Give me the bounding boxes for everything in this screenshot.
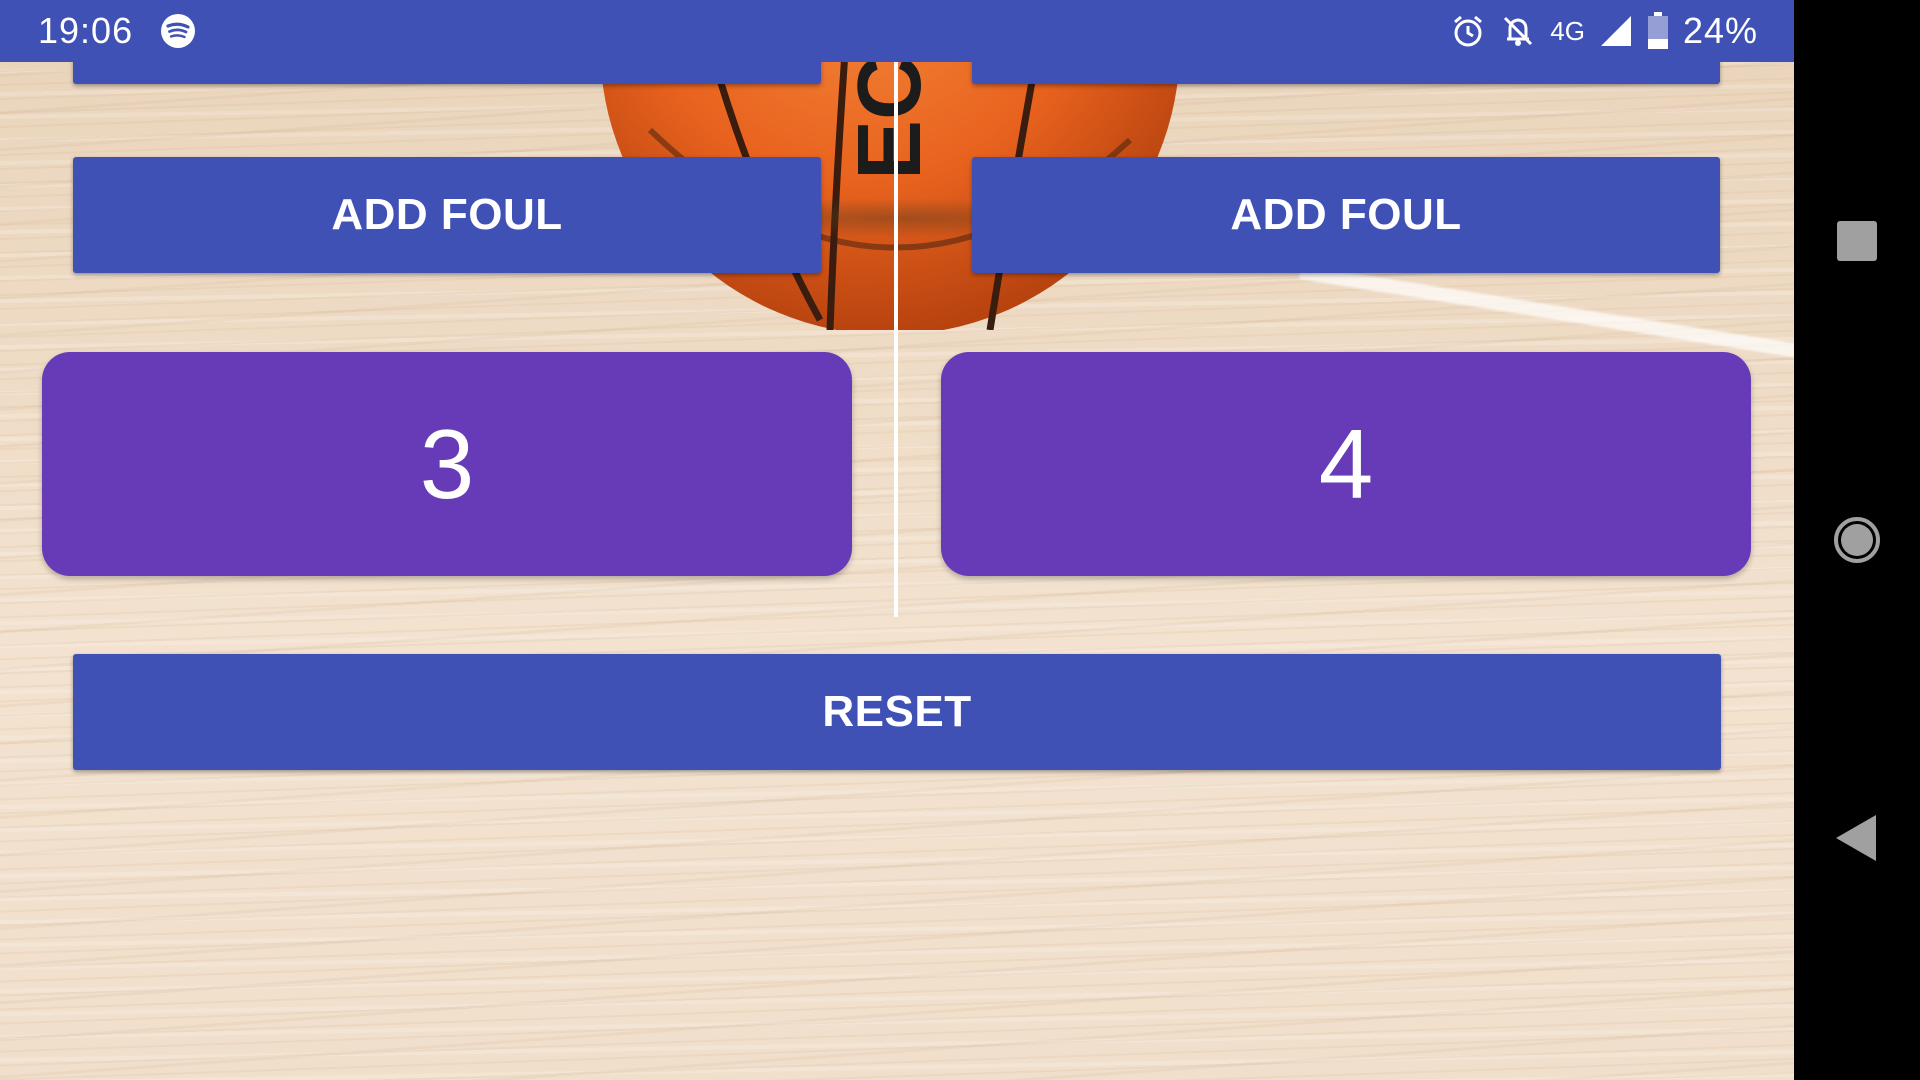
spotify-icon — [161, 14, 195, 48]
notifications-off-icon — [1504, 16, 1533, 46]
signal-icon — [1600, 16, 1631, 46]
home-button[interactable] — [1794, 480, 1920, 600]
team-a-add-foul-button[interactable]: ADD FOUL — [73, 157, 821, 273]
battery-icon — [1647, 12, 1668, 49]
battery-percent: 24% — [1682, 10, 1758, 51]
team-b-add-foul-button[interactable]: ADD FOUL — [972, 157, 1720, 273]
recents-button[interactable] — [1794, 181, 1920, 301]
team-divider — [894, 62, 898, 617]
navigation-bar — [1794, 0, 1920, 1080]
court-line — [1298, 265, 1794, 361]
recents-icon — [1837, 221, 1877, 261]
team-a-score: 3 — [42, 352, 852, 576]
team-a-score-value: 3 — [419, 408, 475, 519]
app-content: ECO ADD FOUL ADD FOUL 3 4 RESET — [0, 0, 1794, 1080]
back-button[interactable] — [1794, 778, 1920, 898]
alarm-icon — [1454, 15, 1483, 47]
status-bar: 19:06 4G 24% — [0, 0, 1794, 62]
network-type: 4G — [1550, 15, 1585, 46]
home-icon — [1834, 517, 1880, 563]
reset-button[interactable]: RESET — [73, 654, 1721, 770]
back-icon — [1836, 815, 1876, 861]
team-b-score-value: 4 — [1318, 408, 1374, 519]
team-b-score: 4 — [941, 352, 1751, 576]
status-time: 19:06 — [38, 10, 134, 51]
